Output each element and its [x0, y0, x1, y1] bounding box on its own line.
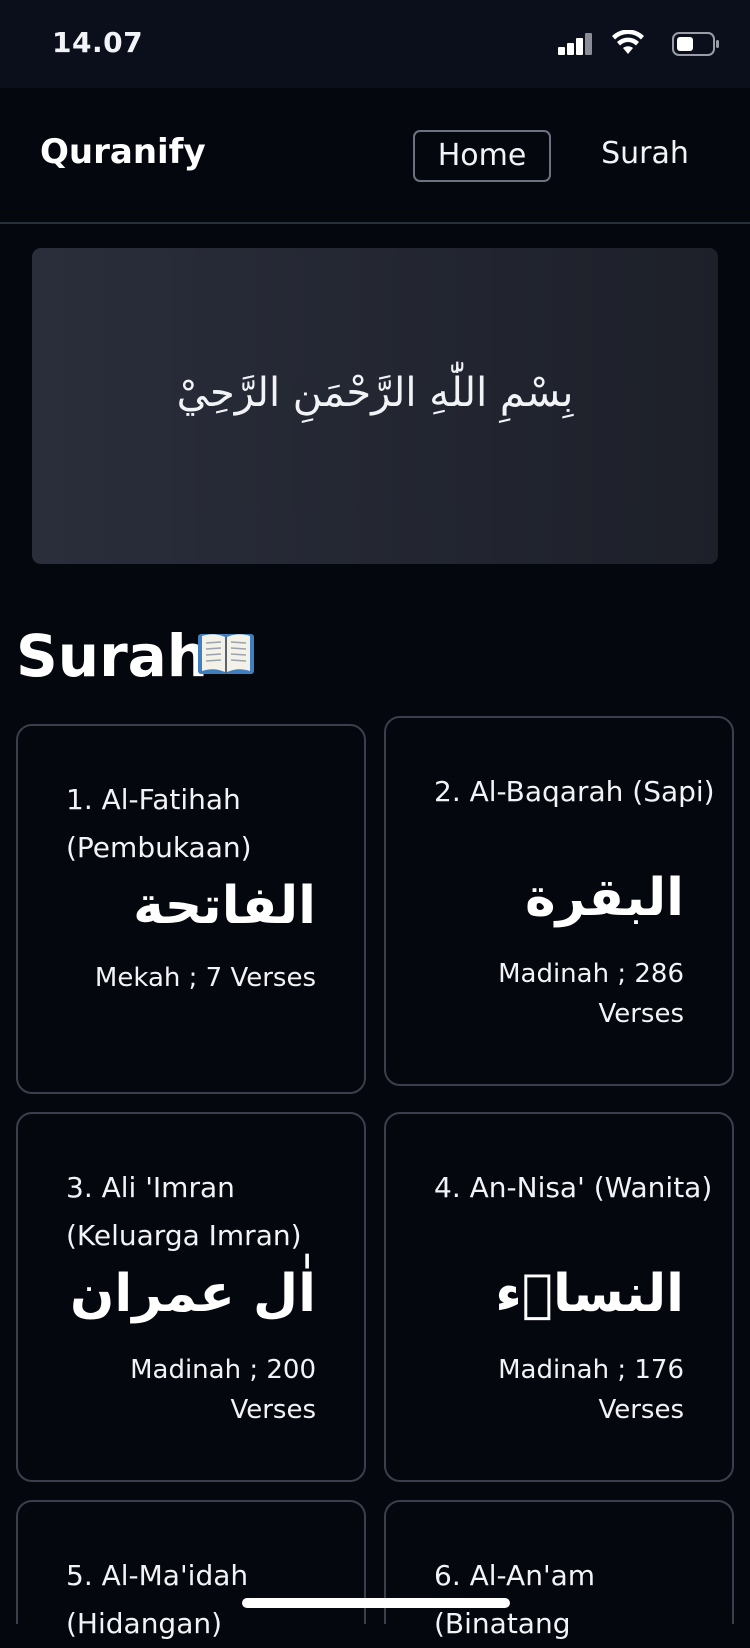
- wifi-icon: [612, 30, 644, 54]
- status-bar: 14.07: [0, 0, 750, 88]
- nav-home-button[interactable]: Home: [413, 130, 551, 182]
- surah-meta: Madinah ; 286 Verses: [498, 959, 684, 1029]
- surah-card-al-fatihah[interactable]: 1. Al-Fatihah (Pembukaan) الفاتحة Mekah …: [16, 724, 366, 1094]
- nav-surah-link[interactable]: Surah: [590, 130, 700, 182]
- surah-arabic-name: البقرة: [524, 868, 684, 928]
- surah-card-al-baqarah[interactable]: 2. Al-Baqarah (Sapi) البقرة Madinah ; 28…: [384, 716, 734, 1086]
- top-navbar: Quranify Home Surah: [0, 88, 750, 224]
- surah-name: 3. Ali 'Imran (Keluarga Imran): [66, 1171, 302, 1252]
- surah-name: 4. An-Nisa' (Wanita): [434, 1171, 713, 1204]
- surah-name: 1. Al-Fatihah (Pembukaan): [66, 783, 252, 864]
- surah-arabic-name: النساۤء: [495, 1264, 684, 1324]
- cellular-signal-icon: [558, 33, 594, 55]
- surah-arabic-name: اٰل عمران: [70, 1264, 316, 1324]
- home-indicator[interactable]: [242, 1598, 510, 1608]
- surah-name: 2. Al-Baqarah (Sapi): [434, 775, 715, 808]
- surah-meta: Madinah ; 200 Verses: [130, 1355, 316, 1425]
- section-title: Surah: [16, 622, 209, 690]
- surah-meta: Madinah ; 176 Verses: [498, 1355, 684, 1425]
- surah-card-ali-imran[interactable]: 3. Ali 'Imran (Keluarga Imran) اٰل عمران…: [16, 1112, 366, 1482]
- status-time: 14.07: [52, 26, 144, 59]
- surah-arabic-name: الفاتحة: [133, 876, 316, 936]
- battery-icon: [672, 32, 719, 56]
- surah-card-an-nisa[interactable]: 4. An-Nisa' (Wanita) النساۤء Madinah ; 1…: [384, 1112, 734, 1482]
- bismillah-text: بِسْمِ اللّٰهِ الرَّحْمَنِ الرَّحِيْ: [176, 370, 574, 416]
- bismillah-banner: بِسْمِ اللّٰهِ الرَّحْمَنِ الرَّحِيْ: [32, 248, 718, 564]
- brand-logo[interactable]: Quranify: [40, 132, 206, 172]
- open-book-icon: [198, 634, 254, 674]
- surah-meta: Mekah ; 7 Verses: [94, 963, 316, 993]
